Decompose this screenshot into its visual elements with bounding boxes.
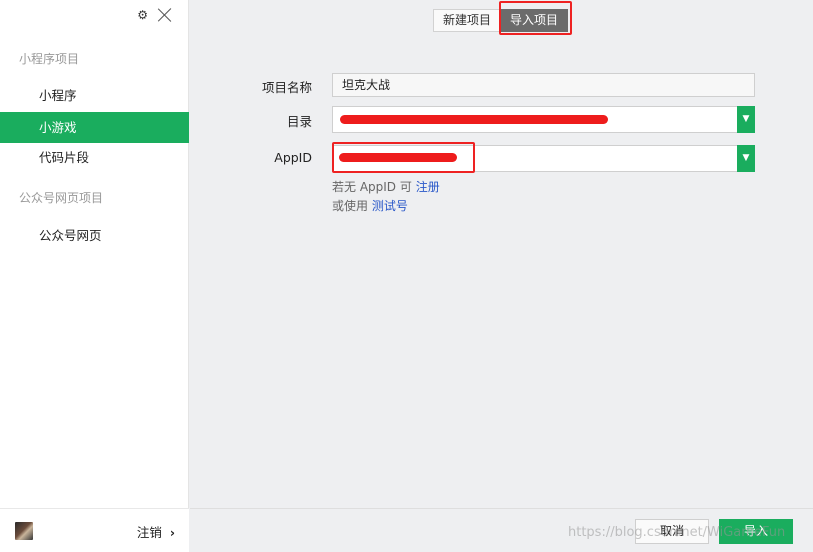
name-label: 项目名称: [261, 80, 312, 95]
close-icon[interactable]: [156, 6, 174, 24]
chevron-down-icon[interactable]: ▼: [737, 145, 755, 172]
sidebar-item-code-snippet[interactable]: 代码片段: [0, 142, 189, 173]
chevron-right-icon: ›: [169, 525, 175, 540]
sidebar: ⚙ 小程序项目 小程序 小游戏 代码片段 公众号网页项目 公众号网页 注销 ›: [0, 0, 189, 552]
gear-icon[interactable]: ⚙: [137, 9, 148, 21]
section-label-miniprogram: 小程序项目: [19, 52, 80, 66]
dir-label: 目录: [286, 114, 312, 129]
avatar[interactable]: [15, 522, 33, 540]
tab-new-project[interactable]: 新建项目: [433, 9, 502, 32]
chevron-down-icon[interactable]: ▼: [737, 106, 755, 133]
highlight-box-appid: [332, 142, 475, 173]
sidebar-item-official-webpage[interactable]: 公众号网页: [0, 220, 189, 251]
project-name-input[interactable]: 坦克大战: [332, 73, 755, 97]
sidebar-item-minigame[interactable]: 小游戏: [0, 112, 189, 143]
logout-button[interactable]: 注销 ›: [137, 522, 175, 541]
hint-register: 若无 AppID 可 注册: [332, 178, 440, 195]
hint-test-account: 或使用 测试号: [332, 197, 408, 214]
test-account-link[interactable]: 测试号: [372, 199, 408, 213]
highlight-box-tab: [499, 1, 572, 35]
sidebar-footer: 注销 ›: [0, 508, 189, 552]
watermark: https://blog.csdn.net/WiGameFun: [568, 525, 786, 540]
sidebar-item-miniprogram[interactable]: 小程序: [0, 80, 189, 111]
hint-test-text: 或使用: [332, 199, 369, 213]
redaction-mark-dir: [340, 115, 608, 124]
hint-register-text: 若无 AppID 可: [332, 180, 412, 194]
section-label-official-web: 公众号网页项目: [19, 191, 104, 205]
appid-label: AppID: [274, 150, 312, 165]
register-link[interactable]: 注册: [416, 180, 440, 194]
window-controls: ⚙: [137, 6, 174, 24]
logout-label: 注销: [136, 525, 162, 540]
